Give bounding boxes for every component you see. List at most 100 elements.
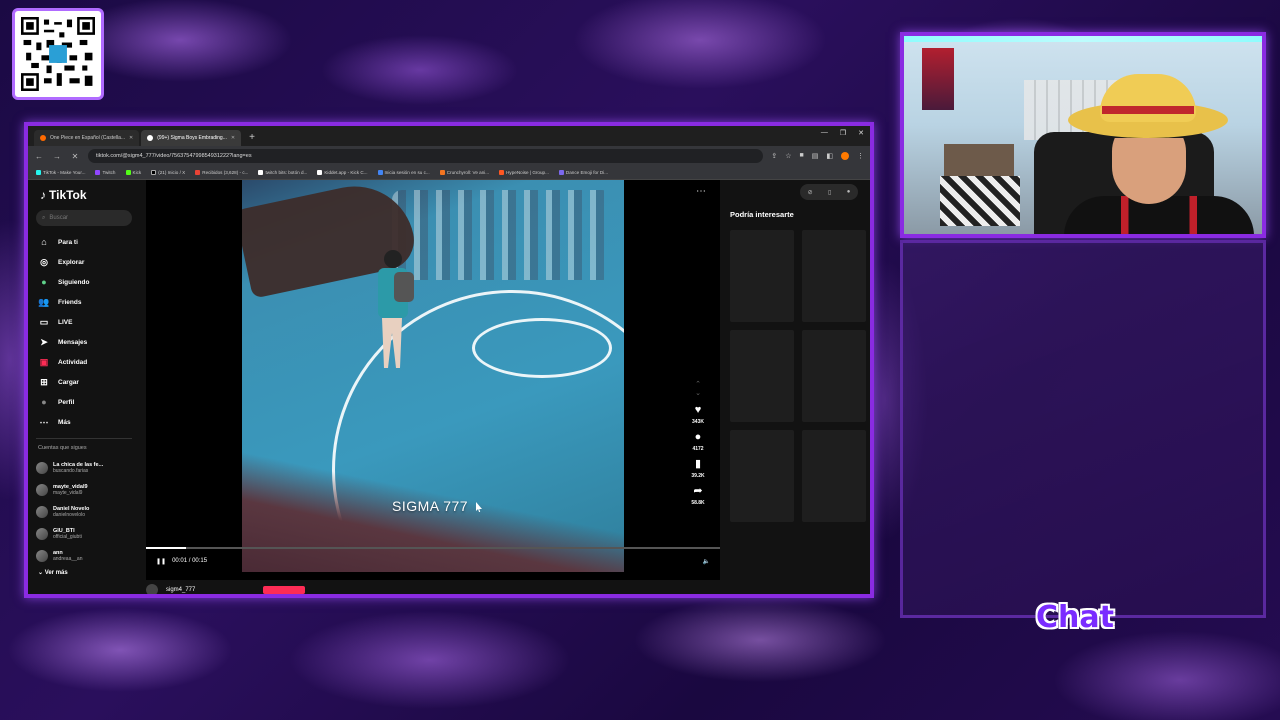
profile-icon: ● — [41, 397, 47, 407]
recommendations-panel: ⊘ ▯ ● Podría interesarte — [726, 180, 870, 594]
profile-avatar-icon[interactable] — [841, 152, 849, 160]
recommend-thumbnail[interactable] — [802, 230, 866, 322]
bookmark[interactable]: TikTok - Make Your... — [36, 170, 85, 175]
following-section-title: Cuentas que sigues — [38, 445, 87, 451]
avatar — [36, 484, 48, 496]
nav-item-cargar[interactable]: ⊞ Cargar — [36, 372, 132, 392]
recommend-thumbnail[interactable] — [802, 330, 866, 422]
tab-title: One Piece en Español (Castella... — [50, 135, 126, 141]
chat-label: Chat — [1036, 600, 1114, 635]
nav-item-siguiendo[interactable]: ● Siguiendo — [36, 272, 132, 292]
bookmark[interactable]: Crunchyroll: Ve ani... — [439, 170, 489, 175]
nav-item-para-ti[interactable]: ⌂ Para ti — [36, 232, 132, 252]
action-rail: ⌃ ⌄ ♥ 343K ● 4172 ▮ 39.2K ➦ 58.8K — [686, 380, 710, 506]
share-button[interactable]: ➦ 58.8K — [691, 485, 704, 506]
bookmark[interactable]: Kiddet.app - Kick C... — [317, 170, 368, 175]
bookmark[interactable]: Twitch — [95, 170, 116, 175]
close-window-icon[interactable]: ✕ — [858, 129, 864, 137]
address-bar: ← → ✕ tiktok.com/@sigm4_777/video/756375… — [28, 146, 870, 166]
following-account[interactable]: ann andreaa__an — [36, 545, 132, 567]
minimize-icon[interactable]: — — [821, 129, 828, 137]
creator-handle[interactable]: sigm4_777 — [166, 587, 195, 593]
following-account[interactable]: La chica de las fe... buscando.farias — [36, 457, 132, 479]
recommend-thumbnail[interactable] — [730, 330, 794, 422]
menu-icon[interactable]: ⋮ — [857, 152, 864, 160]
recommend-thumbnail[interactable] — [730, 230, 794, 322]
bookmark-icon — [125, 170, 131, 175]
block-icon[interactable]: ⊘ — [808, 189, 813, 196]
tiktok-logo[interactable]: ♪ TikTok — [40, 188, 132, 202]
video-caption: SIGMA 777 — [392, 498, 469, 514]
nav-item-explorar[interactable]: ◎ Explorar — [36, 252, 132, 272]
video-progress-bar[interactable] — [146, 547, 720, 549]
back-icon[interactable]: ← — [34, 152, 44, 161]
nav-item-mensajes[interactable]: ➤ Mensajes — [36, 332, 132, 352]
volume-icon[interactable]: 🔈 — [703, 558, 710, 565]
bookmark[interactable]: HypeNoise | Group... — [499, 170, 549, 175]
recommend-thumbnail[interactable] — [730, 430, 794, 522]
inbox-icon: ▣ — [39, 356, 49, 367]
like-button[interactable]: ♥ 343K — [692, 404, 704, 425]
chevron-up-icon[interactable]: ⌃ — [695, 380, 701, 389]
browser-tab-active[interactable]: (99+) Sigma Boys Embrading... ✕ — [141, 130, 242, 146]
qr-code-icon — [21, 17, 95, 91]
extension-icon[interactable]: ▤ — [812, 152, 819, 160]
bookmark[interactable]: twitch bits: botón d... — [258, 170, 307, 175]
video-controls: ❚❚ 00:01 / 00:15 🔈 — [146, 552, 720, 570]
bookmark[interactable]: Inicia sesión en su c... — [377, 170, 430, 175]
more-options-icon[interactable]: ⋯ — [696, 186, 706, 197]
bookmark[interactable]: (21) Inicio / X — [151, 170, 185, 175]
share-arrow-icon: ➦ — [693, 485, 703, 497]
following-account[interactable]: GIU_BTI official_giubti — [36, 523, 132, 545]
reload-icon[interactable]: ✕ — [70, 152, 80, 161]
recommend-thumbnail[interactable] — [802, 430, 866, 522]
chevron-down-icon[interactable]: ⌄ — [695, 389, 701, 398]
bookmark[interactable]: Kick — [125, 170, 141, 175]
compass-icon: ◎ — [40, 256, 48, 267]
bookmark[interactable]: Dance Emoji for Di... — [558, 170, 608, 175]
upload-icon: ⊞ — [40, 376, 48, 387]
forward-icon[interactable]: → — [52, 152, 62, 161]
nav-item-actividad[interactable]: ▣ Actividad — [36, 352, 132, 372]
star-icon[interactable]: ☆ — [785, 152, 791, 160]
follow-button[interactable] — [263, 586, 306, 594]
nav-item-live[interactable]: ▭ LIVE — [36, 312, 132, 332]
browser-tab[interactable]: One Piece en Español (Castella... ✕ — [34, 130, 140, 146]
new-tab-icon[interactable]: + — [243, 130, 261, 146]
view-mode-toggle[interactable]: ⊘ ▯ ● — [800, 184, 858, 200]
qr-code — [12, 8, 104, 100]
bookmark-icon: ▮ — [694, 458, 702, 470]
search-input[interactable]: ⌕ Buscar — [36, 210, 132, 226]
url-field[interactable]: tiktok.com/@sigm4_777/video/756375479985… — [88, 149, 764, 163]
video-player[interactable]: SIGMA 777 ❚❚ 00:01 / 00:15 🔈 — [146, 180, 720, 580]
maximize-icon[interactable]: ❐ — [840, 129, 846, 137]
bookmark-icon — [151, 170, 157, 175]
extension-icon[interactable]: ■ — [800, 152, 804, 160]
more-icon: ⋯ — [39, 416, 49, 427]
nav-item-friends[interactable]: 👥 Friends — [36, 292, 132, 312]
share-icon[interactable]: ⇪ — [771, 152, 777, 160]
save-button[interactable]: ▮ 39.2K — [691, 458, 704, 479]
following-account[interactable]: mayte_vidal9 mayte_vidal9 — [36, 479, 132, 501]
close-tab-icon[interactable]: ✕ — [231, 135, 235, 141]
phone-icon[interactable]: ▯ — [828, 189, 831, 196]
video-frame[interactable]: SIGMA 777 — [242, 180, 624, 572]
avatar-icon[interactable]: ● — [847, 189, 851, 195]
extension-icon[interactable]: ◧ — [826, 152, 833, 160]
toolbar-icons: ⇪ ☆ ■ ▤ ◧ ⋮ — [771, 152, 864, 160]
bookmark-icon — [95, 170, 101, 175]
bookmarks-bar: TikTok - Make Your... Twitch Kick (21) I… — [28, 166, 870, 180]
pause-icon[interactable]: ❚❚ — [156, 558, 166, 565]
nav-item-perfil[interactable]: ● Perfil — [36, 392, 132, 412]
comment-button[interactable]: ● 4172 — [692, 431, 703, 452]
following-account[interactable]: Daniel Novelo danielnovelolo — [36, 501, 132, 523]
avatar — [36, 462, 48, 474]
avatar[interactable] — [146, 584, 158, 594]
see-more-button[interactable]: ⌄ Ver más — [36, 569, 132, 576]
bookmark[interactable]: Recibidos (3,628) - c... — [195, 170, 248, 175]
avatar — [36, 528, 48, 540]
live-icon: ▭ — [39, 316, 49, 327]
bed — [940, 176, 1020, 226]
nav-item-mas[interactable]: ⋯ Más — [36, 412, 132, 432]
close-tab-icon[interactable]: ✕ — [129, 135, 133, 141]
